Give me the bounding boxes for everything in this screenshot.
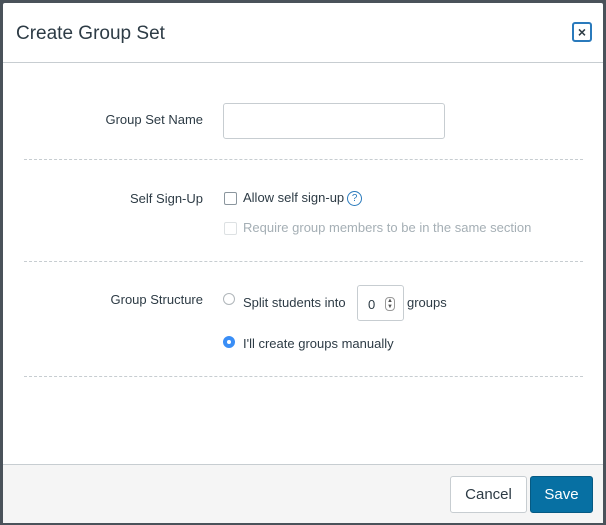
help-icon[interactable]: ? <box>347 191 363 207</box>
dialog-footer: Cancel Save <box>3 464 603 523</box>
group-count-stepper[interactable]: 0 ▲ ▼ <box>357 285 404 321</box>
stepper-arrows-icon[interactable]: ▲ ▼ <box>385 297 395 311</box>
close-icon: × <box>577 24 587 40</box>
group-structure-label: Group Structure <box>110 292 204 307</box>
group-count-value: 0 <box>368 297 376 312</box>
dialog-header: Create Group Set × <box>3 3 603 63</box>
manual-groups-label[interactable]: I'll create groups manually <box>243 336 394 351</box>
divider <box>24 376 583 377</box>
self-signup-label: Self Sign-Up <box>130 191 203 206</box>
save-button[interactable]: Save <box>530 476 593 513</box>
require-same-section-checkbox <box>224 222 237 235</box>
allow-self-signup-text: Allow self sign-up <box>243 190 345 205</box>
dialog-title: Create Group Set <box>16 23 165 44</box>
allow-self-signup-checkbox[interactable] <box>224 192 237 205</box>
close-button[interactable]: × <box>572 22 592 42</box>
create-group-set-dialog: Create Group Set × Group Set Name Self S… <box>3 3 603 523</box>
require-same-section-label: Require group members to be in the same … <box>243 220 532 235</box>
divider <box>24 159 583 160</box>
group-set-name-input[interactable] <box>223 103 445 139</box>
manual-groups-radio[interactable] <box>223 336 235 348</box>
divider <box>24 261 583 262</box>
groups-suffix: groups <box>407 295 447 310</box>
group-set-name-label: Group Set Name <box>105 112 203 127</box>
cancel-button[interactable]: Cancel <box>450 476 527 513</box>
split-students-radio[interactable] <box>223 293 235 305</box>
split-students-label[interactable]: Split students into <box>243 295 346 310</box>
allow-self-signup-label[interactable]: Allow self sign-up? <box>243 190 363 207</box>
